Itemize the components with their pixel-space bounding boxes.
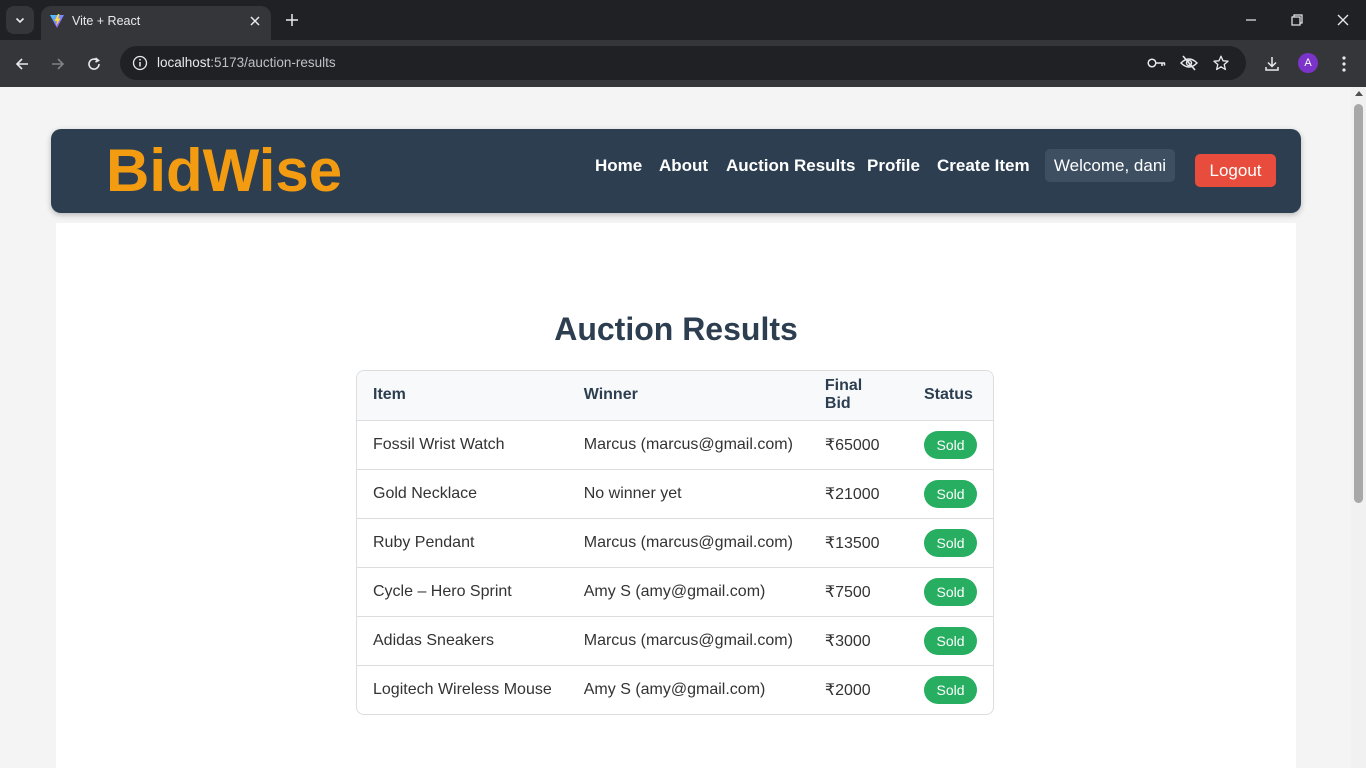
cell-winner: Marcus (marcus@gmail.com) bbox=[567, 616, 809, 666]
close-tab-button[interactable] bbox=[247, 13, 263, 29]
page-title: Auction Results bbox=[554, 311, 798, 347]
tab-title: Vite + React bbox=[72, 14, 141, 28]
url-host: localhost bbox=[157, 55, 211, 70]
page-scrollbar[interactable] bbox=[1351, 87, 1366, 768]
cell-final-bid: ₹3000 bbox=[808, 616, 908, 666]
restore-button[interactable] bbox=[1286, 9, 1308, 31]
cell-winner: Amy S (amy@gmail.com) bbox=[567, 567, 809, 617]
nav-create-item[interactable]: Create Item bbox=[937, 156, 1030, 176]
browser-tabstrip: Vite + React bbox=[0, 0, 1366, 40]
status-badge: Sold bbox=[924, 675, 977, 704]
address-bar[interactable]: localhost:5173/auction-results bbox=[120, 46, 1246, 80]
cell-final-bid: ₹13500 bbox=[808, 518, 908, 568]
tab-search-button[interactable] bbox=[6, 6, 34, 34]
cell-item: Gold Necklace bbox=[357, 469, 568, 519]
browser-tab[interactable]: Vite + React bbox=[41, 6, 271, 40]
site-info-button[interactable] bbox=[128, 51, 152, 75]
cell-status: Sold bbox=[908, 518, 993, 568]
table-row: Fossil Wrist Watch Marcus (marcus@gmail.… bbox=[357, 420, 993, 470]
cell-winner: Marcus (marcus@gmail.com) bbox=[567, 420, 809, 470]
scroll-up-arrow-icon[interactable] bbox=[1355, 91, 1363, 96]
info-icon bbox=[132, 55, 148, 71]
brand-logo[interactable]: BidWise bbox=[106, 137, 342, 205]
cell-item: Adidas Sneakers bbox=[357, 616, 568, 666]
back-button[interactable] bbox=[10, 52, 34, 76]
results-table-container: Item Winner Final Bid Status Fossil Wris… bbox=[356, 370, 994, 715]
table-row: Logitech Wireless Mouse Amy S (amy@gmail… bbox=[357, 665, 993, 714]
cell-final-bid: ₹2000 bbox=[824, 681, 871, 699]
app-header: BidWise Home About Auction Results Profi… bbox=[51, 129, 1301, 213]
content-card: Auction Results Item Winner Final Bid St… bbox=[56, 223, 1296, 768]
reload-button[interactable] bbox=[82, 52, 106, 76]
profile-avatar[interactable]: A bbox=[1298, 53, 1318, 73]
tracking-protection-button[interactable] bbox=[1179, 53, 1199, 73]
cell-winner: No winner yet bbox=[567, 469, 809, 519]
results-table: Item Winner Final Bid Status Fossil Wris… bbox=[357, 371, 993, 714]
cell-status: Sold bbox=[908, 616, 993, 666]
cell-item: Fossil Wrist Watch bbox=[357, 420, 568, 470]
browser-toolbar: localhost:5173/auction-results bbox=[0, 40, 1366, 87]
url-path: :5173/auction-results bbox=[210, 55, 336, 70]
vite-logo-icon bbox=[50, 14, 64, 28]
bookmark-button[interactable] bbox=[1211, 53, 1231, 73]
nav-home[interactable]: Home bbox=[595, 156, 642, 176]
download-icon bbox=[1265, 57, 1279, 71]
cell-winner: Marcus (marcus@gmail.com) bbox=[567, 518, 809, 568]
cell-status: Sold bbox=[908, 665, 993, 714]
arrow-left-icon bbox=[15, 58, 28, 70]
minimize-icon bbox=[1246, 19, 1256, 21]
new-tab-button[interactable] bbox=[282, 10, 302, 30]
cell-status: Sold bbox=[908, 567, 993, 617]
nav-about[interactable]: About bbox=[659, 156, 708, 176]
table-row: Ruby Pendant Marcus (marcus@gmail.com) ₹… bbox=[357, 518, 993, 568]
column-header-winner: Winner bbox=[567, 371, 809, 421]
welcome-badge: Welcome, dani bbox=[1045, 149, 1175, 182]
close-window-button[interactable] bbox=[1332, 9, 1354, 31]
table-row: Gold Necklace No winner yet ₹21000 Sold bbox=[357, 469, 993, 519]
close-icon bbox=[250, 16, 260, 26]
status-badge: Sold bbox=[924, 577, 977, 606]
cell-status: Sold bbox=[908, 469, 993, 519]
restore-icon bbox=[1291, 14, 1303, 26]
eye-off-icon bbox=[1180, 55, 1198, 71]
cell-final-bid: ₹65000 bbox=[808, 420, 908, 470]
scrollbar-thumb[interactable] bbox=[1354, 104, 1363, 503]
password-button[interactable] bbox=[1147, 53, 1167, 73]
browser-menu-button[interactable] bbox=[1332, 52, 1356, 76]
plus-icon bbox=[286, 14, 298, 26]
cell-status: Sold bbox=[908, 420, 993, 470]
status-badge: Sold bbox=[924, 528, 977, 557]
table-row: Cycle – Hero Sprint Amy S (amy@gmail.com… bbox=[357, 567, 993, 617]
cell-item: Ruby Pendant bbox=[357, 518, 568, 568]
nav-profile[interactable]: Profile bbox=[867, 156, 920, 176]
cell-final-bid: ₹21000 bbox=[808, 469, 908, 519]
column-header-item: Item bbox=[357, 371, 568, 421]
table-header-row: Item Winner Final Bid Status bbox=[357, 371, 993, 421]
url-text[interactable]: localhost:5173/auction-results bbox=[157, 55, 336, 70]
status-badge: Sold bbox=[924, 479, 977, 508]
column-header-final-bid: Final Bid bbox=[808, 371, 908, 421]
page-viewport: BidWise Home About Auction Results Profi… bbox=[0, 87, 1351, 768]
status-badge: Sold bbox=[924, 626, 977, 655]
cell-item: Logitech Wireless Mouse bbox=[373, 680, 552, 698]
arrow-right-icon bbox=[52, 58, 65, 70]
cell-item: Cycle – Hero Sprint bbox=[357, 567, 568, 617]
more-vert-icon bbox=[1342, 56, 1346, 72]
status-badge: Sold bbox=[924, 430, 977, 459]
forward-button[interactable] bbox=[46, 52, 70, 76]
key-icon bbox=[1147, 58, 1166, 68]
reload-icon bbox=[88, 57, 100, 70]
minimize-button[interactable] bbox=[1240, 9, 1262, 31]
chevron-down-icon bbox=[15, 17, 25, 24]
star-icon bbox=[1213, 55, 1229, 71]
downloads-button[interactable] bbox=[1260, 52, 1284, 76]
cell-winner: Amy S (amy@gmail.com) bbox=[583, 680, 766, 698]
nav-auction-results[interactable]: Auction Results bbox=[726, 156, 855, 176]
column-header-status: Status bbox=[908, 371, 993, 421]
close-icon bbox=[1337, 14, 1349, 26]
table-row: Adidas Sneakers Marcus (marcus@gmail.com… bbox=[357, 616, 993, 666]
logout-button[interactable]: Logout bbox=[1195, 154, 1276, 187]
cell-final-bid: ₹7500 bbox=[808, 567, 908, 617]
